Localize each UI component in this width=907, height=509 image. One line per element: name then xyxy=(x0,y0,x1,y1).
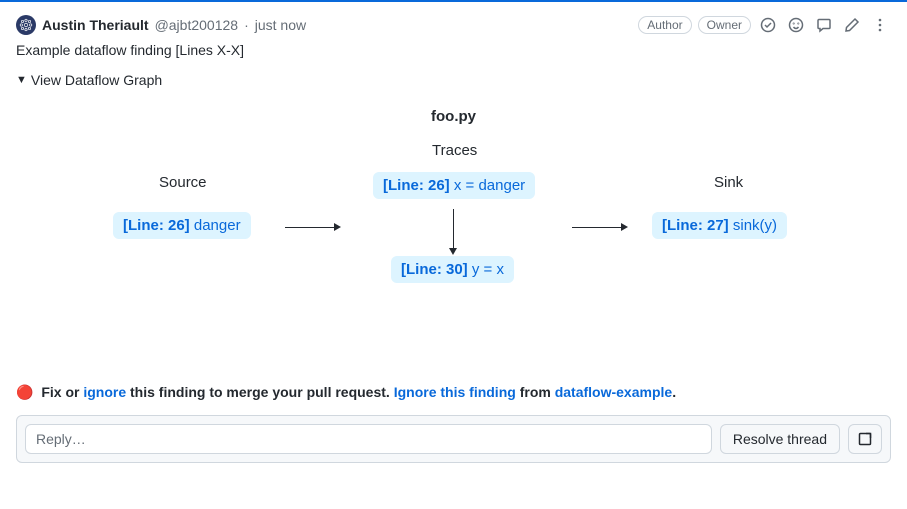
column-source: Source xyxy=(159,174,207,191)
author-name[interactable]: Austin Theriault xyxy=(42,17,149,33)
dataflow-graph: foo.py Source Traces Sink [Line: 26] dan… xyxy=(16,104,891,314)
graph-file-title: foo.py xyxy=(431,108,476,125)
node-line: [Line: 30] xyxy=(401,261,468,278)
ignore-link[interactable]: ignore xyxy=(83,384,126,400)
comment-container: Austin Theriault @ajbt200128 · just now … xyxy=(0,0,907,479)
node-trace-2[interactable]: [Line: 30] y = x xyxy=(391,256,514,283)
action-suffix: . xyxy=(672,384,676,400)
action-prefix: Fix or xyxy=(41,384,83,400)
dataflow-toggle[interactable]: ▼ View Dataflow Graph xyxy=(16,72,891,88)
pencil-icon xyxy=(844,17,860,33)
author-handle[interactable]: @ajbt200128 xyxy=(155,17,239,33)
column-traces: Traces xyxy=(432,142,477,159)
node-sink[interactable]: [Line: 27] sink(y) xyxy=(652,212,787,239)
node-code: x = danger xyxy=(454,177,525,194)
expand-reply-button[interactable] xyxy=(848,424,882,454)
node-code: sink(y) xyxy=(733,217,777,234)
action-line: 🔴 Fix or ignore this finding to merge yo… xyxy=(16,384,891,401)
node-line: [Line: 27] xyxy=(662,217,729,234)
source-link[interactable]: dataflow-example xyxy=(555,384,672,400)
triangle-down-icon: ▼ xyxy=(16,74,27,86)
check-circle-icon xyxy=(760,17,776,33)
emoji-button[interactable] xyxy=(785,14,807,36)
avatar-pattern-icon xyxy=(19,18,33,32)
reply-box: Resolve thread xyxy=(16,415,891,463)
node-code: danger xyxy=(194,217,241,234)
kebab-icon xyxy=(872,17,888,33)
node-code: y = x xyxy=(472,261,504,278)
ignore-finding-link[interactable]: Ignore this finding xyxy=(394,384,516,400)
separator: · xyxy=(244,17,249,33)
arrow-right-icon xyxy=(285,227,335,228)
resolve-label: Resolve thread xyxy=(733,431,827,447)
finding-text: Example dataflow finding [Lines X-X] xyxy=(16,42,891,58)
arrow-right-icon xyxy=(572,227,622,228)
resolve-thread-button[interactable]: Resolve thread xyxy=(720,424,840,454)
node-line: [Line: 26] xyxy=(123,217,190,234)
column-sink: Sink xyxy=(714,174,743,191)
arrow-down-icon xyxy=(453,209,454,249)
node-line: [Line: 26] xyxy=(383,177,450,194)
comment-icon xyxy=(816,17,832,33)
timestamp[interactable]: just now xyxy=(255,17,306,33)
badge-owner: Owner xyxy=(698,16,751,34)
smiley-icon xyxy=(788,17,804,33)
comment-button[interactable] xyxy=(813,14,835,36)
node-source[interactable]: [Line: 26] danger xyxy=(113,212,251,239)
red-circle-icon: 🔴 xyxy=(16,384,33,400)
edit-button[interactable] xyxy=(841,14,863,36)
expand-icon xyxy=(857,431,873,447)
toggle-label: View Dataflow Graph xyxy=(31,72,162,88)
badge-author: Author xyxy=(638,16,691,34)
reply-input[interactable] xyxy=(25,424,712,454)
avatar[interactable] xyxy=(16,15,36,35)
more-button[interactable] xyxy=(869,14,891,36)
action-mid2: from xyxy=(516,384,555,400)
comment-header: Austin Theriault @ajbt200128 · just now … xyxy=(16,14,891,36)
node-trace-1[interactable]: [Line: 26] x = danger xyxy=(373,172,535,199)
checkmark-button[interactable] xyxy=(757,14,779,36)
action-mid1: this finding to merge your pull request. xyxy=(126,384,394,400)
